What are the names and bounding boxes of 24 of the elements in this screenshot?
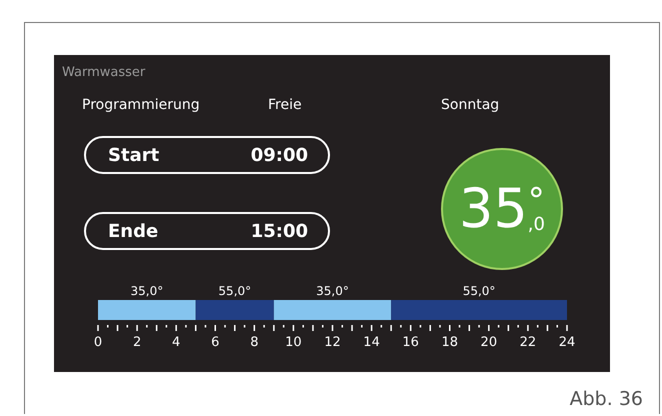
hour-label: 20 bbox=[480, 335, 498, 350]
hour-label: 24 bbox=[558, 335, 576, 350]
figure-caption: Abb. 36 bbox=[570, 388, 643, 410]
hour-label: 22 bbox=[520, 335, 536, 350]
hour-label: 14 bbox=[363, 335, 380, 350]
hour-label: 6 bbox=[211, 335, 220, 350]
mode-label: Programmierung bbox=[82, 97, 201, 113]
hour-label: 18 bbox=[441, 335, 458, 350]
mode-value: Freie bbox=[268, 97, 303, 113]
temperature-label: 55,0° bbox=[462, 284, 496, 298]
hour-label: 8 bbox=[250, 335, 258, 350]
hour-label: 16 bbox=[402, 335, 419, 350]
hour-label: 10 bbox=[285, 335, 302, 350]
hour-label: 12 bbox=[324, 335, 341, 350]
hour-label: 0 bbox=[94, 335, 102, 350]
time-button[interactable]: Start 09:00 bbox=[84, 136, 330, 174]
temperature-label: 35,0° bbox=[130, 284, 164, 298]
hour-label: 4 bbox=[172, 335, 180, 350]
hour-label: 2 bbox=[132, 335, 142, 350]
temperature-label: 35,0° bbox=[316, 284, 349, 298]
day-label: Sonntag bbox=[441, 97, 500, 113]
temperature-label: 55,0° bbox=[218, 284, 252, 298]
screen-title: Warmwasser bbox=[62, 65, 146, 80]
time-button[interactable]: Ende 15:00 bbox=[84, 212, 330, 250]
